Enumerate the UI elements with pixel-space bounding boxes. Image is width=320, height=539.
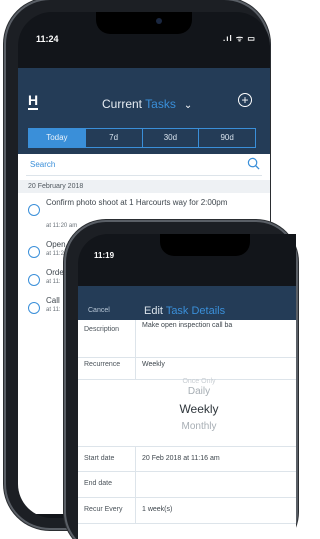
edit-title-accent: Task Details [165, 305, 226, 317]
edit-title-plain: Edit [144, 305, 166, 317]
description-row[interactable]: Description Make open inspection call ba [78, 320, 296, 358]
end-date-label: End date [78, 472, 136, 497]
recur-every-value[interactable]: 1 week(s) [142, 506, 172, 513]
search-input[interactable]: Search [26, 154, 262, 176]
add-task-button[interactable]: + [238, 93, 252, 107]
task-checkbox[interactable] [28, 204, 40, 216]
header-title-accent: Tasks [145, 97, 176, 111]
task-time: at 11:2 [46, 251, 64, 257]
description-label: Description [78, 320, 136, 357]
range-tabs: Today 7d 30d 90d [28, 128, 256, 148]
recurrence-picker[interactable]: Once Only Daily Weekly Monthly [78, 378, 296, 444]
tab-30d[interactable]: 30d [143, 129, 200, 147]
status-time: 11:19 [94, 251, 115, 260]
notch [160, 234, 250, 256]
notch [96, 12, 192, 34]
task-time: at 11: [46, 307, 61, 313]
phone-front: 11:19 Cancel Edit Task Details Descripti… [66, 222, 296, 539]
edit-task-screen: 11:19 Cancel Edit Task Details Descripti… [78, 234, 296, 539]
search-icon[interactable] [247, 157, 260, 170]
description-value[interactable]: Make open inspection call ba [142, 322, 232, 329]
chevron-down-icon: ⌄ [183, 100, 193, 111]
recurrence-label: Recurrence [78, 358, 136, 379]
camera-icon [156, 18, 162, 24]
picker-option[interactable]: Once Only [78, 378, 296, 385]
tab-7d[interactable]: 7d [86, 129, 143, 147]
recurrence-row[interactable]: Recurrence Weekly [78, 358, 296, 380]
search-placeholder: Search [30, 160, 56, 169]
cancel-button[interactable]: Cancel [88, 307, 110, 314]
task-title: Confirm photo shoot at 1 Harcourts way f… [46, 198, 228, 207]
start-date-row[interactable]: Start date 20 Feb 2018 at 11:16 am [78, 446, 296, 472]
brand-logo: H [28, 92, 39, 110]
recur-every-label: Recur Every [78, 498, 136, 523]
header-title[interactable]: Current Tasks ⌄ [102, 97, 192, 111]
task-checkbox[interactable] [28, 302, 40, 314]
start-date-value[interactable]: 20 Feb 2018 at 11:16 am [142, 455, 220, 462]
task-time: at 11: [46, 279, 61, 285]
task-checkbox[interactable] [28, 274, 40, 286]
edit-header: Cancel Edit Task Details [78, 286, 296, 320]
task-time: at 11:20 am [46, 223, 78, 229]
start-date-label: Start date [78, 447, 136, 471]
task-checkbox[interactable] [28, 246, 40, 258]
recurrence-value[interactable]: Weekly [142, 361, 165, 368]
status-icons: .ıl ᯤ ▭ [223, 34, 256, 43]
picker-option[interactable]: Monthly [78, 421, 296, 432]
header-title-plain: Current [102, 97, 146, 111]
picker-option[interactable]: Daily [78, 386, 296, 397]
end-date-row[interactable]: End date [78, 472, 296, 498]
status-time: 11:24 [36, 34, 59, 44]
date-group-header: 20 February 2018 [18, 180, 270, 193]
recur-every-row[interactable]: Recur Every 1 week(s) [78, 498, 296, 524]
task-form: Description Make open inspection call ba… [78, 320, 296, 539]
tab-today[interactable]: Today [29, 129, 86, 147]
edit-title: Edit Task Details [144, 305, 225, 317]
picker-selected[interactable]: Weekly [78, 402, 296, 416]
tab-90d[interactable]: 90d [199, 129, 255, 147]
